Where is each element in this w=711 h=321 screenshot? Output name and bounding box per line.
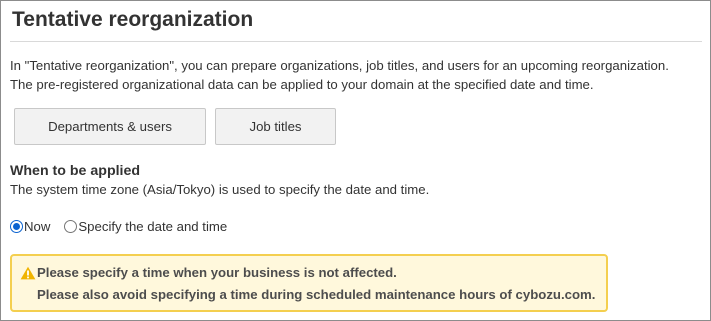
radio-now-label[interactable]: Now (24, 219, 50, 234)
radio-now[interactable] (10, 220, 23, 233)
warning-box: Please specify a time when your business… (10, 254, 608, 312)
settings-panel: Tentative reorganization In "Tentative r… (0, 0, 711, 321)
time-zone-note: The system time zone (Asia/Tokyo) is use… (10, 182, 430, 197)
when-applied-heading: When to be applied (10, 163, 141, 179)
departments-users-button[interactable]: Departments & users (14, 108, 206, 145)
job-titles-button[interactable]: Job titles (215, 108, 336, 145)
title-divider (10, 41, 702, 42)
radio-specify-date-time-label[interactable]: Specify the date and time (78, 219, 227, 234)
warning-text-line-1: Please specify a time when your business… (37, 265, 397, 280)
page-description: In "Tentative reorganization", you can p… (10, 56, 669, 94)
apply-timing-radio-group: Now Specify the date and time (10, 219, 227, 234)
description-line-2: The pre-registered organizational data c… (10, 77, 594, 92)
radio-option-now[interactable]: Now (10, 219, 50, 234)
description-line-1: In "Tentative reorganization", you can p… (10, 58, 669, 73)
warning-text-line-2: Please also avoid specifying a time duri… (37, 287, 596, 302)
page-title: Tentative reorganization (12, 8, 254, 31)
warning-triangle-icon (20, 266, 36, 280)
radio-specify-date-time[interactable] (64, 220, 78, 233)
radio-option-specify-date-time[interactable]: Specify the date and time (64, 219, 227, 234)
